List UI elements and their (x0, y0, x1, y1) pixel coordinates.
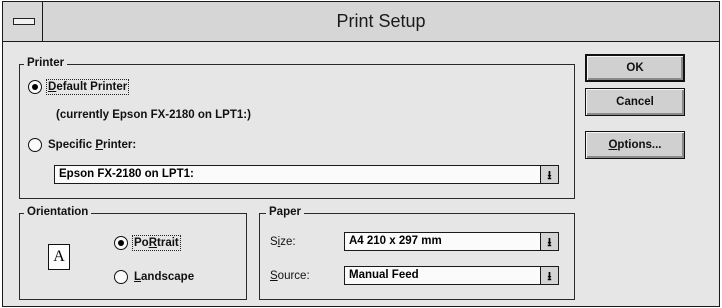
default-printer-radio-dot[interactable] (28, 80, 42, 94)
specific-printer-label: Specific Printer: (48, 139, 137, 151)
title-bar: Print Setup (3, 2, 719, 42)
cancel-button[interactable]: Cancel (585, 88, 685, 116)
paper-source-value: Manual Feed (349, 269, 419, 281)
dropdown-arrow-icon[interactable]: ⭳ (540, 233, 558, 250)
current-printer-note: (currently Epson FX-2180 on LPT1:) (56, 109, 251, 121)
portrait-radio-dot[interactable] (114, 236, 128, 250)
dropdown-arrow-icon[interactable]: ⭳ (540, 267, 558, 284)
paper-size-value: A4 210 x 297 mm (349, 235, 442, 247)
system-menu-icon[interactable] (3, 2, 43, 41)
landscape-radio[interactable]: Landscape (114, 270, 194, 284)
options-button[interactable]: Options... (585, 131, 685, 159)
paper-source-label: Source: (270, 270, 310, 282)
paper-source-select[interactable]: Manual Feed ⭳ (344, 266, 559, 285)
default-printer-radio[interactable]: Default Printer (28, 79, 130, 95)
dropdown-arrow-icon[interactable]: ⭳ (540, 166, 558, 183)
default-printer-label: Default Printer (45, 79, 130, 95)
specific-printer-select[interactable]: Epson FX-2180 on LPT1: ⭳ (54, 165, 559, 184)
specific-printer-radio-dot[interactable] (28, 138, 42, 152)
specific-printer-radio[interactable]: Specific Printer: (28, 138, 136, 152)
paper-size-label: Size: (270, 236, 296, 248)
specific-printer-value: Epson FX-2180 on LPT1: (59, 168, 194, 180)
landscape-radio-dot[interactable] (114, 270, 128, 284)
paper-size-select[interactable]: A4 210 x 297 mm ⭳ (344, 232, 559, 251)
orientation-group-legend: Orientation (24, 206, 92, 218)
ok-button[interactable]: OK (585, 54, 685, 82)
print-setup-dialog: Print Setup Printer Default Printer (cur… (2, 1, 720, 307)
portrait-label: PoRtrait (132, 235, 181, 251)
portrait-radio[interactable]: PoRtrait (114, 235, 181, 251)
printer-group: Printer Default Printer (currently Epson… (19, 57, 575, 199)
printer-group-legend: Printer (24, 57, 68, 69)
orientation-group: Orientation A PoRtrait Landscape (19, 206, 247, 300)
portrait-page-icon: A (48, 244, 70, 270)
landscape-label: Landscape (134, 271, 195, 283)
window-title: Print Setup (336, 11, 426, 31)
paper-group-legend: Paper (266, 206, 304, 218)
paper-group: Paper Size: A4 210 x 297 mm ⭳ Source: Ma… (259, 206, 575, 300)
